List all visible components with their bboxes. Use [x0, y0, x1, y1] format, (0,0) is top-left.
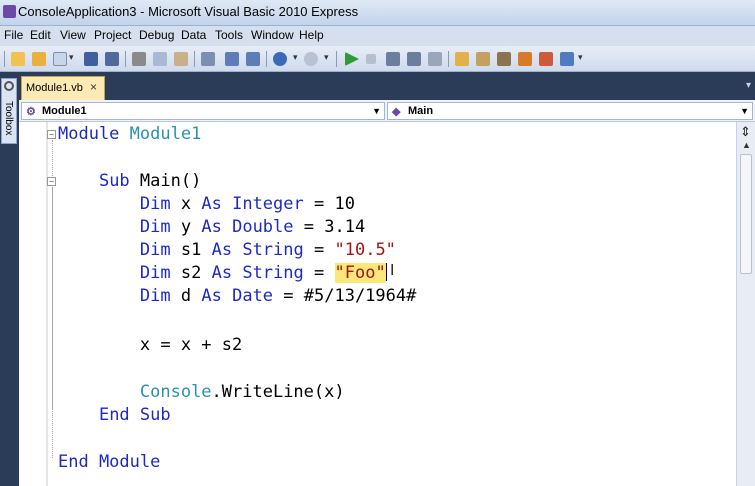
highlighted-string: "Foo": [334, 263, 386, 283]
paste-icon[interactable]: [174, 52, 188, 66]
navigation-bar: ⚙ Module1 ▼ ◆ Main ▼: [19, 100, 755, 122]
code-line-3: Sub Main(): [98, 171, 202, 191]
copy-icon[interactable]: [153, 52, 167, 66]
toolbar-separator: [266, 51, 267, 67]
menu-tools[interactable]: Tools: [215, 28, 243, 42]
types-combo-value: Module1: [42, 105, 87, 117]
properties-icon[interactable]: [476, 52, 490, 66]
new-project-icon[interactable]: [11, 52, 25, 66]
start-debugging-icon[interactable]: [345, 52, 359, 66]
collapse-sub-icon[interactable]: −: [47, 177, 56, 186]
code-editor[interactable]: − − Module Module1 Sub Main() Dim x As I…: [19, 122, 736, 486]
uncomment-icon[interactable]: [246, 52, 260, 66]
members-combo-value: Main: [408, 105, 434, 117]
editor-gutter: [19, 122, 47, 486]
module-icon: ⚙: [26, 106, 36, 118]
types-combo[interactable]: ⚙ Module1 ▼: [21, 102, 385, 120]
chevron-down-icon: ▼: [740, 106, 749, 116]
toolbox-strip: Toolbox: [0, 72, 19, 486]
code-line-15: End Module: [58, 452, 161, 472]
redo-dropdown-icon[interactable]: ▾: [324, 52, 329, 63]
outline-line: [52, 187, 53, 409]
tab-list-dropdown-icon[interactable]: ▾: [746, 80, 751, 91]
save-all-icon[interactable]: [105, 52, 119, 66]
menu-file[interactable]: File: [4, 28, 23, 42]
code-line-4: Dim x As Integer = 10: [139, 194, 355, 214]
stop-icon[interactable]: [366, 54, 376, 64]
members-combo[interactable]: ◆ Main ▼: [387, 102, 753, 120]
scroll-thumb[interactable]: [740, 154, 752, 274]
code-line-13: End Sub: [98, 405, 171, 425]
toolbox-tab[interactable]: Toolbox: [1, 78, 17, 144]
start-page-icon[interactable]: [560, 52, 574, 66]
tab-label: Module1.vb: [26, 82, 83, 94]
toolbar-separator: [125, 51, 126, 67]
undo-dropdown-icon[interactable]: ▾: [293, 52, 298, 63]
menu-project[interactable]: Project: [94, 28, 131, 42]
extension-manager-icon[interactable]: [539, 52, 553, 66]
step-over-icon[interactable]: [407, 52, 421, 66]
close-tab-icon[interactable]: ×: [90, 80, 97, 94]
standard-toolbar: ▾ ▾ ▾ ▾: [0, 46, 755, 72]
chevron-down-icon: ▼: [372, 106, 381, 116]
document-tab-strip: Module1.vb × ▾: [19, 72, 755, 100]
menu-bar: File Edit View Project Debug Data Tools …: [0, 26, 755, 46]
toolbar-separator: [194, 51, 195, 67]
method-icon: ◆: [392, 106, 401, 118]
toolbar-options-icon[interactable]: ▾: [578, 52, 583, 63]
toolbar-separator: [448, 51, 449, 67]
menu-view[interactable]: View: [60, 28, 86, 42]
add-item-dropdown-icon[interactable]: ▾: [69, 52, 74, 63]
step-out-icon[interactable]: [428, 52, 442, 66]
code-line-6: Dim s1 As String = "10.5": [139, 240, 396, 260]
add-item-icon[interactable]: [53, 52, 67, 66]
undo-icon[interactable]: [273, 52, 287, 66]
find-icon[interactable]: [201, 52, 215, 66]
toolbox-label: Toolbox: [3, 101, 14, 136]
toolbox-wrench-icon: [4, 81, 14, 91]
vertical-scrollbar[interactable]: ⇕ ▲: [736, 122, 755, 486]
code-line-12: Console.WriteLine(x): [139, 382, 345, 402]
split-window-icon[interactable]: ⇕: [740, 124, 751, 140]
code-line-8: Dim d As Date = #5/13/1964#: [139, 286, 417, 306]
code-line-5: Dim y As Double = 3.14: [139, 217, 366, 237]
window-title: ConsoleApplication3 - Microsoft Visual B…: [18, 4, 359, 19]
comment-icon[interactable]: [225, 52, 239, 66]
code-line-10: x = x + s2: [139, 335, 243, 355]
open-icon[interactable]: [32, 52, 46, 66]
code-line-1: Module Module1: [58, 124, 202, 144]
toolbox-icon[interactable]: [518, 52, 532, 66]
cut-icon[interactable]: [132, 52, 146, 66]
visual-basic-app-icon: [3, 5, 16, 18]
menu-debug[interactable]: Debug: [139, 28, 174, 42]
solution-explorer-icon[interactable]: [455, 52, 469, 66]
scroll-up-icon[interactable]: ▲: [742, 140, 751, 150]
redo-icon[interactable]: [304, 52, 318, 66]
title-bar: ConsoleApplication3 - Microsoft Visual B…: [0, 0, 755, 26]
tab-module1-vb[interactable]: Module1.vb ×: [21, 76, 105, 100]
object-browser-icon[interactable]: [497, 52, 511, 66]
save-icon[interactable]: [84, 52, 98, 66]
toolbar-separator: [336, 51, 337, 67]
ibeam-cursor-icon: I: [390, 261, 395, 279]
text-caret: [385, 263, 387, 281]
menu-window[interactable]: Window: [251, 28, 294, 42]
toolbar-grip: [4, 51, 5, 67]
step-into-icon[interactable]: [386, 52, 400, 66]
menu-data[interactable]: Data: [181, 28, 206, 42]
collapse-module-icon[interactable]: −: [47, 130, 56, 139]
menu-edit[interactable]: Edit: [30, 28, 51, 42]
code-line-7: Dim s2 As String = "Foo": [139, 263, 387, 283]
menu-help[interactable]: Help: [299, 28, 324, 42]
